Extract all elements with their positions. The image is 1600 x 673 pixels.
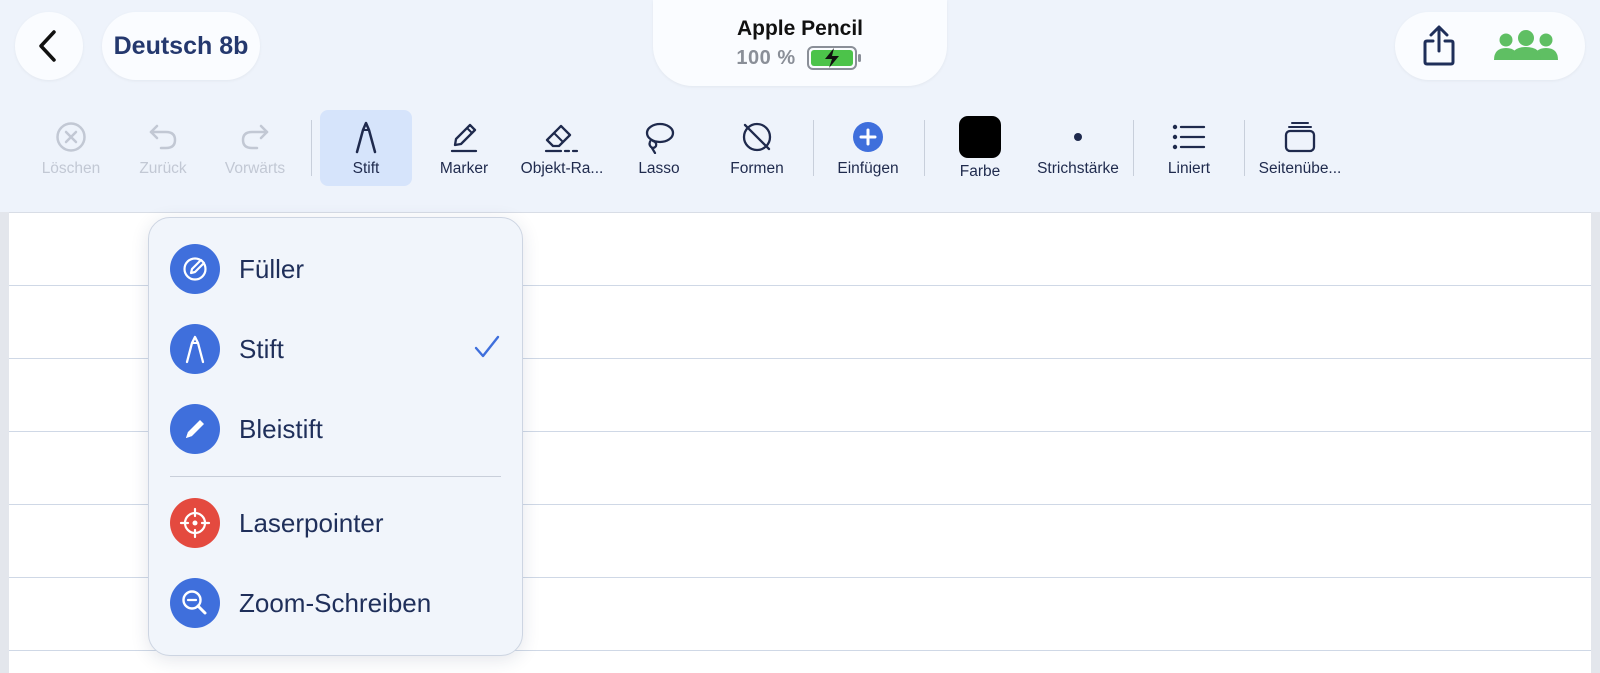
eraser-tool-button[interactable]: Objekt-Ra... <box>512 110 612 186</box>
pen-icon <box>355 121 377 154</box>
pencil-battery-text: 100 % <box>736 46 796 69</box>
marker-tool-label: Marker <box>439 160 489 177</box>
paper-style-label: Liniert <box>1167 160 1211 177</box>
shapes-tool-button[interactable]: Formen <box>712 110 802 186</box>
lasso-tool-label: Lasso <box>638 160 680 177</box>
menu-item-label: Stift <box>239 333 284 364</box>
close-circle-icon <box>56 122 86 152</box>
eraser-tool-label: Objekt-Ra... <box>520 160 604 177</box>
lasso-tool-button[interactable]: Lasso <box>618 110 700 186</box>
checkmark-icon <box>474 334 500 365</box>
toolbar-divider <box>1133 120 1134 176</box>
page-overview-label: Seitenübe... <box>1258 160 1342 177</box>
redo-label: Vorwärts <box>224 160 286 177</box>
share-icon <box>1423 25 1454 66</box>
menu-divider <box>170 476 501 477</box>
back-button[interactable] <box>15 12 83 80</box>
menu-item-label: Füller <box>239 253 305 284</box>
stroke-width-label: Strichstärke <box>1037 160 1119 177</box>
notebook-title[interactable]: Deutsch 8b <box>102 12 260 80</box>
color-label: Farbe <box>959 163 1001 180</box>
pen-tool-button[interactable]: Stift <box>320 110 412 186</box>
toolbar-divider <box>1244 120 1245 176</box>
delete-button[interactable]: Löschen <box>30 110 112 186</box>
stroke-dot-icon <box>1074 133 1082 141</box>
shapes-tool-label: Formen <box>730 160 784 177</box>
chevron-left-icon <box>39 30 56 62</box>
plus-circle-icon <box>853 122 883 152</box>
collaboration-button[interactable] <box>1493 29 1559 63</box>
marker-tool-button[interactable]: Marker <box>422 110 506 186</box>
battery-charging-icon <box>806 46 861 70</box>
lasso-icon <box>645 122 675 154</box>
menu-item-laserpointer[interactable]: Laserpointer <box>149 488 522 558</box>
menu-item-bleistift[interactable]: Bleistift <box>149 394 522 464</box>
pencil-status[interactable]: Apple Pencil 100 % <box>653 0 947 86</box>
canvas-edge-left <box>0 212 9 673</box>
people-icon <box>1493 30 1558 60</box>
share-button[interactable] <box>1422 25 1456 67</box>
fountain-pen-icon <box>170 244 220 294</box>
color-swatch <box>959 116 1001 158</box>
marker-icon <box>450 123 478 153</box>
undo-icon <box>149 124 177 150</box>
insert-label: Einfügen <box>837 160 899 177</box>
canvas-edge-right <box>1591 212 1600 673</box>
redo-button[interactable]: Vorwärts <box>214 110 296 186</box>
pencil-name: Apple Pencil <box>736 17 864 40</box>
menu-item-fueller[interactable]: Füller <box>149 234 522 304</box>
color-button[interactable]: Farbe <box>940 110 1020 186</box>
redo-icon <box>241 124 269 150</box>
menu-item-label: Laserpointer <box>239 507 384 538</box>
notebook-title-text: Deutsch 8b <box>113 31 249 60</box>
pen-tool-label: Stift <box>352 160 380 177</box>
list-icon <box>1172 124 1206 150</box>
stroke-width-button[interactable]: Strichstärke <box>1028 110 1128 186</box>
pages-stack-icon <box>1284 122 1316 153</box>
menu-item-label: Zoom-Schreiben <box>239 587 432 618</box>
pen-type-menu: Füller Stift Bleistift Laserpointer Zoom… <box>148 217 523 656</box>
top-right-actions <box>1395 12 1585 80</box>
delete-label: Löschen <box>41 160 101 177</box>
menu-item-label: Bleistift <box>239 413 323 444</box>
eraser-icon <box>544 124 579 153</box>
page-overview-button[interactable]: Seitenübe... <box>1252 110 1348 186</box>
undo-label: Zurück <box>139 160 187 177</box>
shapes-off-icon <box>742 122 772 152</box>
toolbar-divider <box>813 120 814 176</box>
crosshair-icon <box>170 498 220 548</box>
toolbar-divider <box>311 120 312 176</box>
pencil-icon <box>170 404 220 454</box>
zoom-icon <box>170 578 220 628</box>
pen-icon <box>170 324 220 374</box>
paper-style-button[interactable]: Liniert <box>1145 110 1233 186</box>
undo-button[interactable]: Zurück <box>122 110 204 186</box>
insert-button[interactable]: Einfügen <box>822 110 914 186</box>
menu-item-zoom-schreiben[interactable]: Zoom-Schreiben <box>149 568 522 638</box>
menu-item-stift[interactable]: Stift <box>149 314 522 384</box>
toolbar-divider <box>924 120 925 176</box>
